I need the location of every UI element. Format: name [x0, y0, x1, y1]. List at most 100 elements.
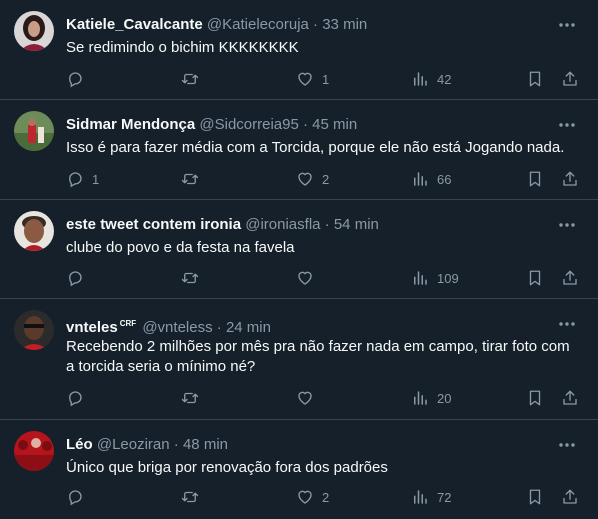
tweet-actions: 2 72: [58, 487, 588, 507]
views-bar-chart-icon: [414, 271, 427, 285]
tweet-header: Katiele_Cavalcante @Katielecoruja · 33 m…: [66, 15, 367, 35]
like-count: 2: [322, 171, 330, 187]
avatar[interactable]: [14, 431, 54, 471]
reply-button[interactable]: [66, 268, 92, 288]
more-horizontal-icon: [559, 322, 575, 326]
tweet-header: vnteles CRF @vnteless · 24 min: [66, 314, 271, 336]
tweet-text: Isso é para fazer média com a Torcida, p…: [66, 139, 565, 156]
view-count: 66: [437, 171, 452, 187]
separator: ·: [303, 116, 308, 133]
like-button[interactable]: [296, 268, 322, 288]
display-name[interactable]: Katiele_Cavalcante: [66, 16, 203, 33]
share-button[interactable]: [561, 169, 579, 189]
more-options-button[interactable]: [556, 214, 578, 236]
share-button[interactable]: [561, 388, 579, 408]
bookmark-button[interactable]: [526, 69, 544, 89]
heart-icon: [298, 391, 312, 405]
timestamp[interactable]: 54 min: [334, 216, 379, 233]
share-button[interactable]: [561, 487, 579, 507]
user-handle[interactable]: @ironiasfla: [245, 216, 320, 233]
retweet-button[interactable]: [180, 388, 208, 408]
timestamp[interactable]: 33 min: [322, 16, 367, 33]
like-count: 2: [322, 489, 330, 505]
retweet-icon: [181, 173, 199, 185]
tweet[interactable]: Léo @Leoziran · 48 min Único que briga p…: [0, 420, 598, 519]
retweet-button[interactable]: [180, 487, 208, 507]
timestamp[interactable]: 48 min: [183, 436, 228, 453]
display-name[interactable]: este tweet contem ironia: [66, 216, 241, 233]
share-icon: [563, 390, 577, 405]
separator: ·: [173, 436, 179, 453]
retweet-button[interactable]: [180, 268, 208, 288]
bookmark-button[interactable]: [526, 388, 544, 408]
more-options-button[interactable]: [556, 114, 578, 136]
reply-count: 1: [92, 171, 100, 187]
more-horizontal-icon: [559, 443, 575, 447]
tweet-header: Léo @Leoziran · 48 min: [66, 435, 228, 455]
tweet[interactable]: este tweet contem ironia @ironiasfla · 5…: [0, 200, 598, 299]
more-options-button[interactable]: [556, 313, 578, 335]
retweet-button[interactable]: [180, 69, 208, 89]
share-button[interactable]: [561, 69, 579, 89]
heart-icon: [298, 72, 312, 86]
reply-icon: [69, 490, 82, 506]
reply-button[interactable]: [66, 388, 92, 408]
avatar[interactable]: [14, 310, 54, 350]
retweet-icon: [181, 73, 199, 85]
retweet-icon: [181, 272, 199, 284]
reply-button[interactable]: [66, 69, 92, 89]
more-options-button[interactable]: [556, 434, 578, 456]
views-button[interactable]: 20: [411, 388, 451, 408]
heart-icon: [298, 271, 312, 285]
more-options-button[interactable]: [556, 14, 578, 36]
timestamp[interactable]: 45 min: [312, 116, 357, 133]
display-name[interactable]: Sidmar Mendonça: [66, 116, 195, 133]
views-button[interactable]: 66: [411, 169, 451, 189]
tweet-text: Recebendo 2 milhões por mês pra não faze…: [66, 338, 570, 375]
user-handle[interactable]: @Katielecoruja: [207, 16, 309, 33]
views-bar-chart-icon: [414, 391, 427, 405]
tweet-actions: 1 42: [58, 69, 588, 89]
tweet[interactable]: Sidmar Mendonça @Sidcorreia95 · 45 min I…: [0, 100, 598, 200]
separator: ·: [216, 319, 222, 336]
bookmark-button[interactable]: [526, 169, 544, 189]
reply-button[interactable]: 1: [66, 169, 99, 189]
view-count: 109: [437, 270, 459, 286]
retweet-button[interactable]: [180, 169, 208, 189]
reply-icon: [69, 271, 82, 287]
user-handle[interactable]: @vnteless: [142, 319, 212, 336]
heart-icon: [298, 172, 312, 186]
separator: ·: [324, 216, 330, 233]
share-icon: [563, 270, 577, 285]
avatar[interactable]: [14, 211, 54, 251]
bookmark-button[interactable]: [526, 268, 544, 288]
bookmark-button[interactable]: [526, 487, 544, 507]
views-button[interactable]: 42: [411, 69, 451, 89]
like-button[interactable]: 2: [296, 487, 329, 507]
views-button[interactable]: 109: [411, 268, 459, 288]
avatar[interactable]: [14, 11, 54, 51]
user-handle[interactable]: @Sidcorreia95: [199, 116, 298, 133]
share-button[interactable]: [561, 268, 579, 288]
reply-icon: [69, 391, 82, 407]
views-bar-chart-icon: [414, 72, 427, 86]
tweet-feed: Katiele_Cavalcante @Katielecoruja · 33 m…: [0, 0, 598, 519]
like-button[interactable]: 2: [296, 169, 329, 189]
share-icon: [563, 489, 577, 504]
user-handle[interactable]: @Leoziran: [97, 436, 170, 453]
avatar[interactable]: [14, 111, 54, 151]
display-name[interactable]: Léo: [66, 436, 93, 453]
like-button[interactable]: [296, 388, 322, 408]
reply-icon: [69, 72, 82, 88]
tweet[interactable]: Katiele_Cavalcante @Katielecoruja · 33 m…: [0, 0, 598, 100]
retweet-icon: [181, 491, 199, 503]
tweet-text: Único que briga por renovação fora dos p…: [66, 459, 388, 476]
display-name[interactable]: vnteles: [66, 319, 118, 336]
tweet[interactable]: vnteles CRF @vnteless · 24 min Recebendo …: [0, 299, 598, 420]
tweet-header: Sidmar Mendonça @Sidcorreia95 · 45 min: [66, 115, 357, 135]
more-horizontal-icon: [559, 123, 575, 127]
views-button[interactable]: 72: [411, 487, 451, 507]
timestamp[interactable]: 24 min: [226, 319, 271, 336]
reply-button[interactable]: [66, 487, 92, 507]
like-button[interactable]: 1: [296, 69, 329, 89]
